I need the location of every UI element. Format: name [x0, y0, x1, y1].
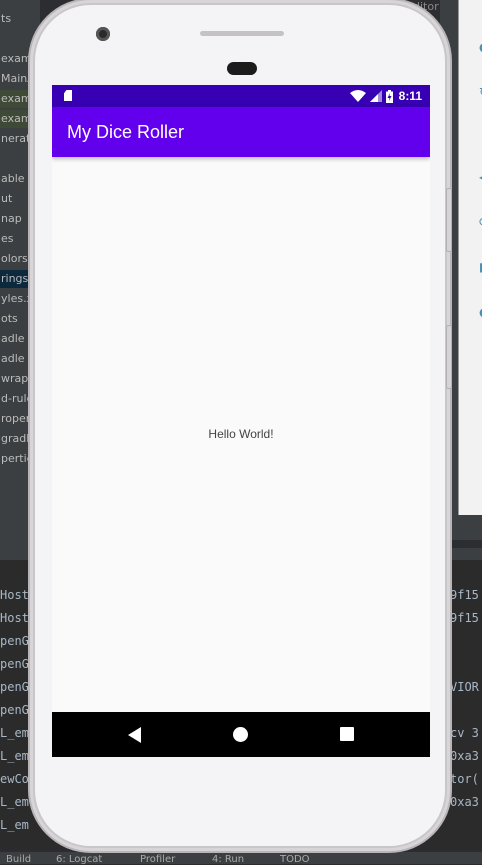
console-line: L_em — [0, 795, 29, 809]
project-tree-item[interactable]: nap — [0, 210, 22, 228]
project-tree-item[interactable]: ropert — [0, 410, 35, 428]
console-line: penGL — [0, 634, 37, 648]
right-tool-panel: ◐ ↻ ◀ ⟳ ■ ● — [458, 0, 482, 515]
console-line: L_em — [0, 749, 29, 763]
sd-card-icon — [64, 90, 72, 101]
project-tree-item[interactable]: nerate — [0, 130, 37, 148]
console-line: Host — [0, 611, 29, 625]
project-tree-item[interactable]: adle ( — [0, 330, 32, 348]
project-tree-item[interactable]: gradle — [0, 430, 36, 448]
console-line-end: 0xa3 — [450, 749, 479, 763]
tool-window-tab[interactable]: 4: Run — [212, 854, 244, 865]
status-time: 8:11 — [398, 89, 422, 103]
project-tree-item[interactable]: adle ( — [0, 350, 32, 368]
bottom-tool-tabs: Build 6: Logcat Profiler 4: Run TODO — [0, 852, 482, 865]
tool-window-tab[interactable]: 6: Logcat — [56, 854, 102, 865]
hello-world-text: Hello World! — [208, 427, 274, 441]
console-line: L_em — [0, 726, 29, 740]
console-line-end: 9f15 — [450, 611, 479, 625]
app-bar: My Dice Roller — [52, 107, 430, 157]
project-tree-item[interactable]: es — [0, 230, 14, 248]
home-icon[interactable] — [233, 727, 248, 742]
console-line: penGL — [0, 657, 37, 671]
project-tree-item[interactable]: ts — [0, 10, 11, 28]
project-tree-item[interactable]: pertie — [0, 450, 33, 468]
console-line: ewCo — [0, 772, 29, 786]
status-bar: 8:11 — [52, 85, 430, 107]
battery-charging-icon — [385, 89, 393, 103]
console-line-end: 9f15 — [450, 588, 479, 602]
volume-button[interactable] — [446, 188, 452, 252]
earpiece-speaker — [200, 31, 284, 36]
console-line: penGL — [0, 680, 37, 694]
power-button[interactable] — [446, 325, 452, 389]
console-line: Host — [0, 588, 29, 602]
console-line: L_em — [0, 818, 29, 832]
project-tree-item[interactable]: yles.x — [0, 290, 33, 308]
recents-icon[interactable] — [340, 727, 354, 741]
status-icons: 8:11 — [349, 88, 422, 104]
project-tree-item[interactable]: d-rule — [0, 390, 33, 408]
project-tree-item[interactable]: able — [0, 170, 25, 188]
project-tree-item[interactable]: ots — [0, 310, 18, 328]
signal-icon — [369, 90, 382, 102]
console-line-end: tor( — [450, 772, 479, 786]
console-line-end: 0xa3 — [450, 795, 479, 809]
console-line-end: cv 3 — [450, 726, 479, 740]
tool-window-tab[interactable]: Profiler — [140, 854, 175, 865]
navigation-bar — [52, 712, 430, 757]
tool-window-tab[interactable]: Build — [6, 854, 31, 865]
sensor-pill — [227, 62, 257, 75]
front-camera — [96, 27, 110, 41]
console-line: penGL — [0, 703, 37, 717]
console-line-end: VIOR — [450, 680, 479, 694]
back-icon[interactable] — [128, 727, 141, 743]
wifi-icon — [349, 90, 366, 102]
device-screen: 8:11 My Dice Roller Hello World! — [52, 85, 430, 757]
app-title: My Dice Roller — [67, 122, 185, 142]
project-tree-item[interactable]: ut — [0, 190, 12, 208]
tool-window-tab[interactable]: TODO — [280, 854, 310, 865]
